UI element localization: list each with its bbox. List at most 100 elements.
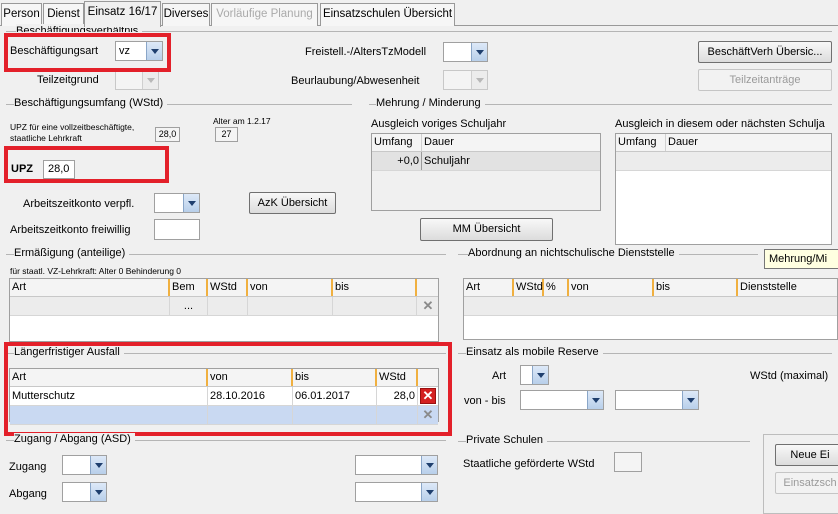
section-title-beschaeftigungsumfang: Beschäftigungsumfang (WStd) [14, 97, 168, 109]
col-prozent: % [544, 279, 569, 296]
chevron-down-icon [142, 71, 158, 89]
chevron-down-icon [183, 194, 199, 212]
chevron-down-icon [421, 483, 437, 501]
zugang-select[interactable] [62, 455, 107, 475]
mobile-art-label: Art [492, 370, 507, 382]
tab-einsatzschulen-uebersicht[interactable]: Einsatzschulen Übersicht [320, 3, 455, 26]
alter-field: 27 [215, 127, 238, 142]
zugang-label: Zugang [9, 461, 47, 473]
col-umfang: Umfang [372, 134, 422, 151]
cell-bis[interactable] [333, 297, 417, 315]
table-row-new[interactable]: ✕ [10, 406, 438, 425]
azk-uebersicht-button[interactable]: AzK Übersicht [249, 192, 336, 214]
cell-wstd[interactable] [377, 406, 418, 424]
abgang-label: Abgang [9, 488, 47, 500]
cell-von[interactable] [208, 406, 293, 424]
cell-dauer: Schuljahr [424, 155, 470, 167]
mobile-art-select[interactable] [520, 365, 549, 385]
chevron-down-icon [471, 43, 487, 61]
mobile-von-select[interactable] [520, 390, 604, 410]
section-title-private-schulen: Private Schulen [466, 434, 548, 446]
table-row[interactable]: ... ✕ [10, 297, 438, 316]
teilzeitgrund-label: Teilzeitgrund [37, 74, 99, 86]
section-title-abordnung: Abordnung an nichtschulische Dienststell… [468, 247, 679, 259]
section-title-mobile-reserve: Einsatz als mobile Reserve [466, 346, 603, 358]
col-umfang: Umfang [616, 134, 666, 151]
delete-row-icon[interactable]: ✕ [420, 388, 436, 404]
beschaeftigungsart-select[interactable]: vz [115, 41, 163, 61]
abordnung-table[interactable]: Art WStd % von bis Dienststelle [463, 278, 838, 340]
chevron-down-icon [146, 42, 162, 60]
col-von: von [569, 279, 654, 296]
chevron-down-icon [587, 391, 603, 409]
col-bem: Bem [170, 279, 208, 296]
alter-label: Alter am 1.2.17 [213, 116, 271, 126]
chevron-down-icon [421, 456, 437, 474]
cell-art[interactable] [10, 406, 208, 424]
col-wstd: WStd [208, 279, 248, 296]
cell-bis[interactable] [293, 406, 377, 424]
tab-diverses[interactable]: Diverses [162, 3, 210, 26]
freistell-select[interactable] [443, 42, 488, 62]
upz-input[interactable]: 28,0 [43, 160, 75, 179]
table-row[interactable] [616, 152, 831, 171]
azk-freiwillig-input[interactable] [154, 219, 200, 240]
upz-note-line2: staatliche Lehrkraft [10, 133, 82, 143]
col-dauer: Dauer [424, 136, 454, 148]
mobile-bis-select[interactable] [615, 390, 699, 410]
zugang-datum-select[interactable] [355, 455, 438, 475]
teilzeitantraege-button: Teilzeitanträge [698, 69, 832, 91]
teilzeitgrund-select [115, 70, 159, 90]
chevron-down-icon [90, 456, 106, 474]
col-bis: bis [293, 369, 377, 386]
cell-art[interactable]: Mutterschutz [10, 387, 208, 405]
cell-wstd[interactable]: 28,0 [377, 387, 418, 405]
mehrung-naechstes-table[interactable]: Umfang Dauer [615, 133, 832, 245]
col-von: von [208, 369, 293, 386]
abgang-select[interactable] [62, 482, 107, 502]
col-bis: bis [333, 279, 417, 296]
chevron-down-icon [90, 483, 106, 501]
ausgleich-voriges-label: Ausgleich voriges Schuljahr [371, 118, 507, 130]
einsatzschule-button: Einsatzsch [775, 472, 838, 494]
tab-person[interactable]: Person [1, 3, 42, 26]
cell-von[interactable]: 28.10.2016 [208, 387, 293, 405]
cell-bis[interactable]: 06.01.2017 [293, 387, 377, 405]
cell-art[interactable] [10, 297, 170, 315]
col-art: Art [10, 279, 170, 296]
ausfall-table[interactable]: Art von bis WStd Mutterschutz 28.10.2016… [9, 368, 439, 425]
azk-verpfl-label: Arbeitszeitkonto verpfl. [23, 198, 135, 210]
chevron-down-icon [471, 71, 487, 89]
col-dienststelle: Dienststelle [740, 281, 797, 293]
section-title-ermaessigung: Ermäßigung (anteilige) [14, 247, 130, 259]
bem-picker-button[interactable]: ... [170, 297, 208, 315]
table-row[interactable]: +0,0 Schuljahr [372, 152, 600, 171]
col-art: Art [464, 279, 514, 296]
ermaessigung-table[interactable]: Art Bem WStd von bis ... ✕ [9, 278, 439, 342]
von-bis-label: von - bis [464, 395, 506, 407]
neue-einsatzschule-button[interactable]: Neue Ei [775, 444, 838, 466]
abgang-datum-select[interactable] [355, 482, 438, 502]
mm-uebersicht-button[interactable]: MM Übersicht [420, 218, 553, 241]
chevron-down-icon [682, 391, 698, 409]
azk-verpfl-select[interactable] [154, 193, 200, 213]
delete-row-icon[interactable]: ✕ [420, 298, 436, 314]
tab-vorlaeufige-planung: Vorläufige Planung [211, 3, 318, 26]
beurlaubung-select [443, 70, 488, 90]
wstd-maximal-label: WStd (maximal) [750, 370, 829, 382]
tab-einsatz[interactable]: Einsatz 16/17 [84, 1, 161, 27]
section-title-mehrung: Mehrung / Minderung [376, 97, 485, 109]
delete-row-icon[interactable]: ✕ [420, 407, 436, 423]
beschaeftigungsart-label: Beschäftigungsart [10, 45, 99, 57]
col-bis: bis [654, 279, 738, 296]
table-row[interactable] [464, 297, 837, 316]
mehrung-voriges-table[interactable]: Umfang Dauer +0,0 Schuljahr [371, 133, 601, 211]
beschaeftigungsart-value: vz [119, 45, 130, 57]
cell-wstd[interactable] [208, 297, 248, 315]
upz-note-line1: UPZ für eine vollzeitbeschäftigte, [10, 122, 135, 132]
beschaeftverh-uebersicht-button[interactable]: BeschäftVerh Übersic... [698, 41, 832, 63]
table-row[interactable]: Mutterschutz 28.10.2016 06.01.2017 28,0 … [10, 387, 438, 406]
tab-dienst[interactable]: Dienst [43, 3, 84, 26]
col-von: von [248, 279, 333, 296]
cell-von[interactable] [248, 297, 333, 315]
